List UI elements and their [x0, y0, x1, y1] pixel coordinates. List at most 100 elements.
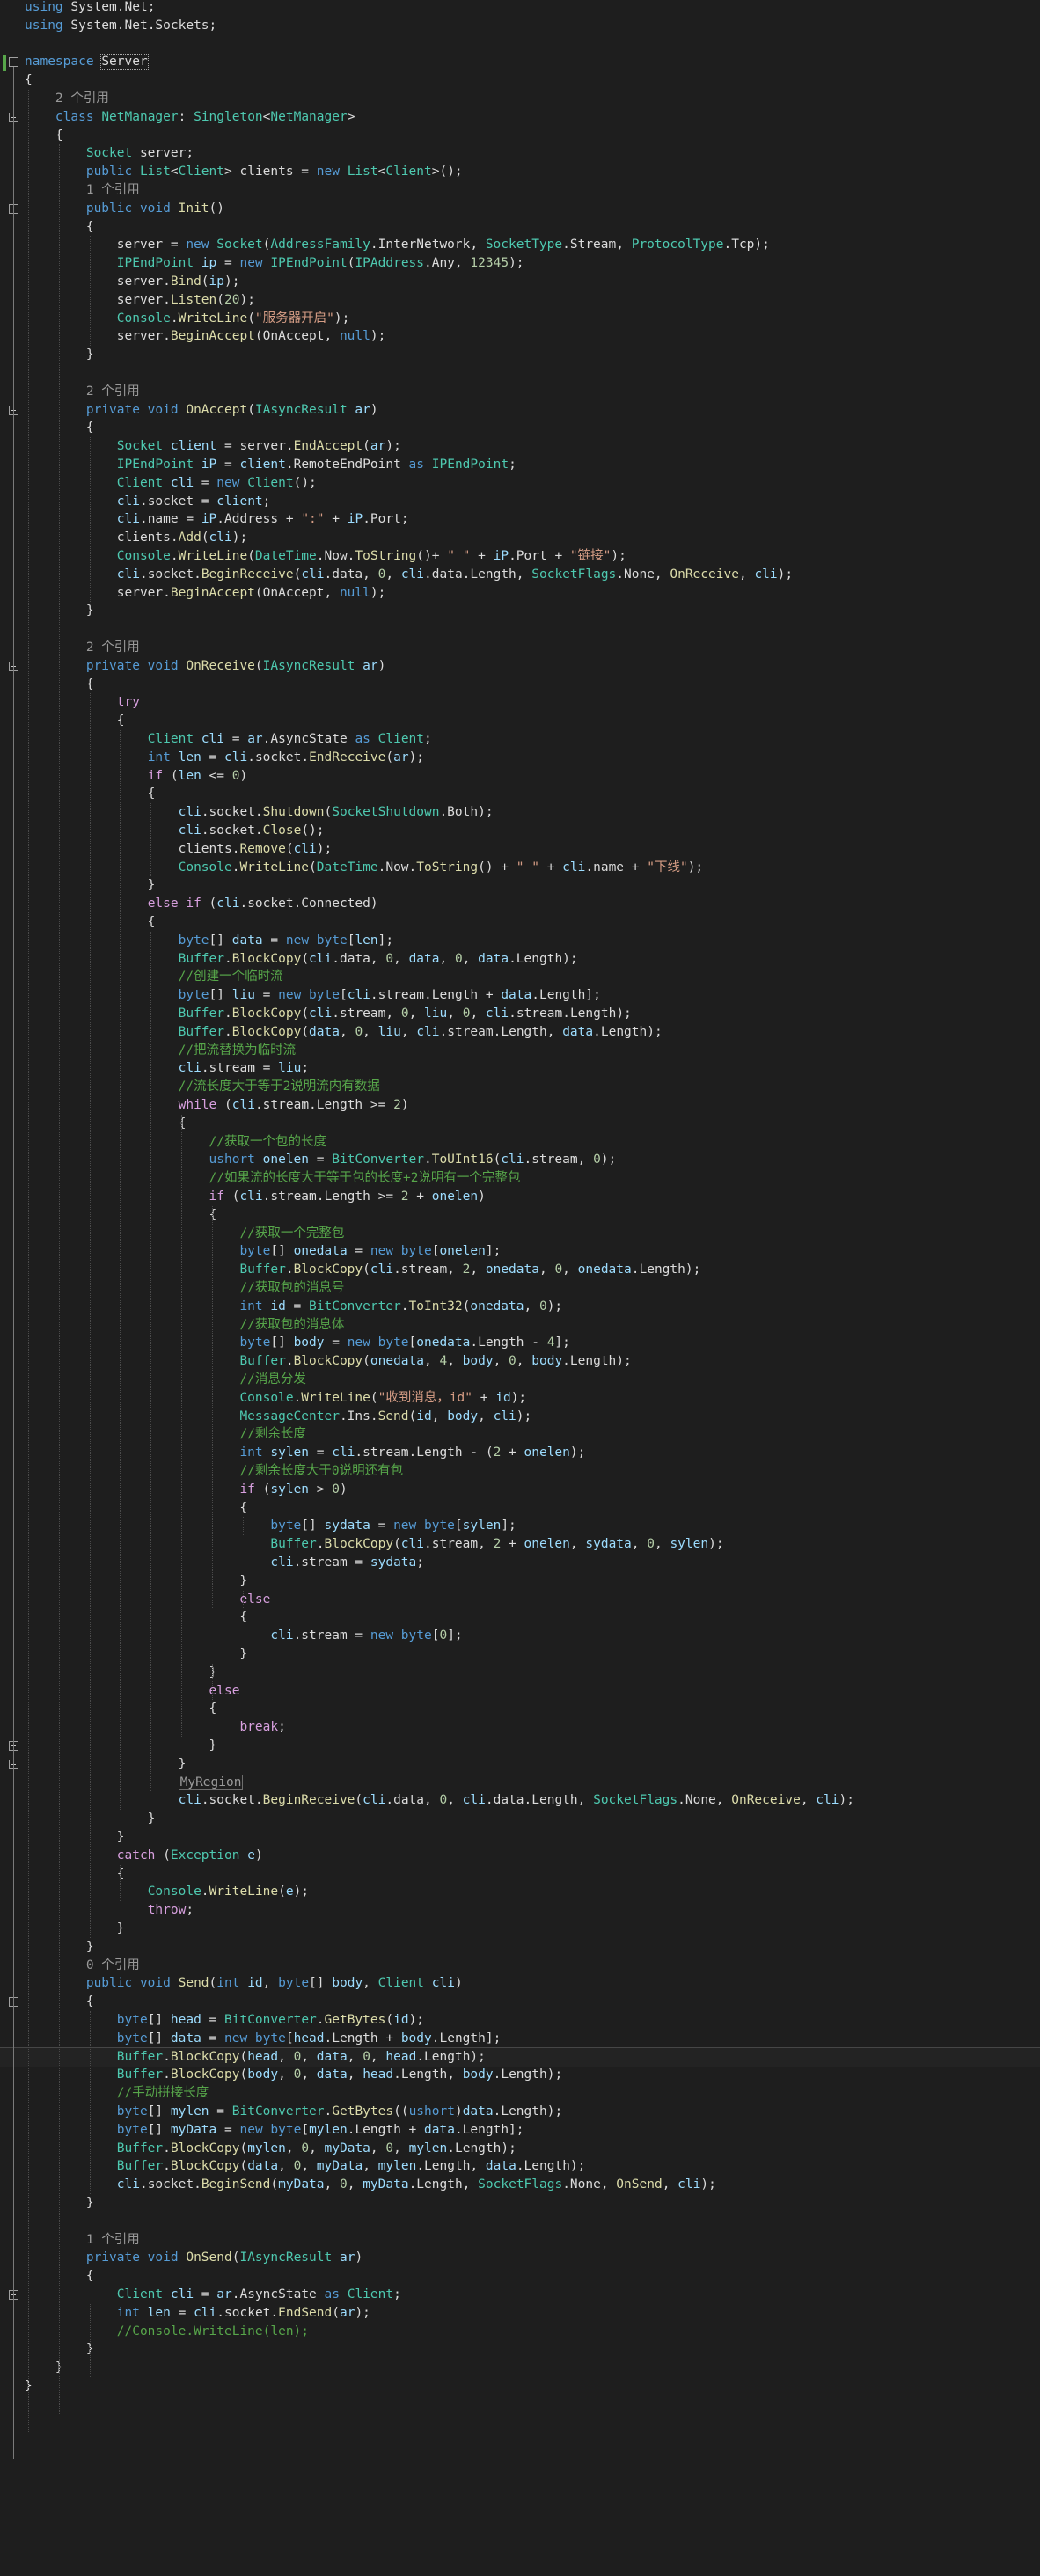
- reference-count-codelens[interactable]: 2 个引用: [25, 384, 140, 399]
- code-line[interactable]: byte[] data = new byte[len];: [0, 932, 1040, 950]
- code-line[interactable]: public void Send(int id, byte[] body, Cl…: [0, 1974, 1040, 1993]
- reference-count-codelens[interactable]: 1 个引用: [25, 183, 140, 197]
- code-line[interactable]: }: [0, 1645, 1040, 1664]
- code-line[interactable]: using System.Net.Sockets;: [0, 17, 1040, 35]
- reference-count-codelens[interactable]: 2 个引用: [25, 91, 109, 106]
- code-line[interactable]: private void OnSend(IAsyncResult ar): [0, 2249, 1040, 2267]
- code-line[interactable]: byte[] onedata = new byte[onelen];: [0, 1242, 1040, 1261]
- code-line[interactable]: {: [0, 913, 1040, 932]
- code-line[interactable]: }: [0, 1572, 1040, 1591]
- code-line[interactable]: Buffer.BlockCopy(cli.stream, 0, liu, 0, …: [0, 1005, 1040, 1023]
- code-line[interactable]: Client cli = new Client();: [0, 474, 1040, 493]
- code-line[interactable]: //手动拼接长度: [0, 2084, 1040, 2103]
- code-line[interactable]: }: [0, 1828, 1040, 1847]
- code-line[interactable]: {: [0, 1115, 1040, 1133]
- code-line[interactable]: //剩余长度: [0, 1425, 1040, 1444]
- code-line[interactable]: clients.Remove(cli);: [0, 840, 1040, 859]
- code-line[interactable]: int sylen = cli.stream.Length - (2 + one…: [0, 1444, 1040, 1462]
- code-line[interactable]: //获取一个包的长度: [0, 1133, 1040, 1152]
- code-line[interactable]: break;: [0, 1718, 1040, 1737]
- code-line[interactable]: byte[] data = new byte[head.Length + bod…: [0, 2030, 1040, 2048]
- code-line[interactable]: {: [0, 1865, 1040, 1884]
- code-line[interactable]: {: [0, 71, 1040, 90]
- code-line[interactable]: }: [0, 2359, 1040, 2377]
- code-line[interactable]: Buffer.BlockCopy(data, 0, liu, cli.strea…: [0, 1023, 1040, 1042]
- code-editor[interactable]: using System.Net; using System.Net.Socket…: [0, 0, 1040, 2576]
- code-line[interactable]: int len = cli.socket.EndReceive(ar);: [0, 749, 1040, 767]
- code-line[interactable]: using System.Net;: [0, 0, 1040, 17]
- code-line[interactable]: }: [0, 1920, 1040, 1938]
- code-line[interactable]: //获取包的消息体: [0, 1316, 1040, 1335]
- code-line[interactable]: server.BeginAccept(OnAccept, null);: [0, 584, 1040, 603]
- code-line[interactable]: }: [0, 602, 1040, 620]
- code-line[interactable]: //消息分发: [0, 1371, 1040, 1389]
- code-line[interactable]: int id = BitConverter.ToInt32(onedata, 0…: [0, 1298, 1040, 1316]
- code-line[interactable]: }: [0, 1664, 1040, 1682]
- code-line[interactable]: cli.socket.BeginReceive(cli.data, 0, cli…: [0, 1791, 1040, 1810]
- code-line[interactable]: clients.Add(cli);: [0, 529, 1040, 547]
- code-line[interactable]: Buffer.BlockCopy(cli.data, 0, data, 0, d…: [0, 950, 1040, 969]
- code-line[interactable]: byte[] myData = new byte[mylen.Length + …: [0, 2121, 1040, 2140]
- code-line[interactable]: if (cli.stream.Length >= 2 + onelen): [0, 1188, 1040, 1206]
- code-line[interactable]: public void Init(): [0, 200, 1040, 218]
- code-line[interactable]: [0, 2213, 1040, 2231]
- code-line[interactable]: //创建一个临时流: [0, 968, 1040, 986]
- code-line[interactable]: [0, 620, 1040, 639]
- code-line[interactable]: namespace Server: [0, 53, 1040, 71]
- code-line[interactable]: server.BeginAccept(OnAccept, null);: [0, 327, 1040, 346]
- code-line[interactable]: //获取一个完整包: [0, 1225, 1040, 1243]
- code-line[interactable]: cli.name = iP.Address + ":" + iP.Port;: [0, 510, 1040, 529]
- code-line[interactable]: private void OnAccept(IAsyncResult ar): [0, 401, 1040, 420]
- code-line[interactable]: cli.socket.Close();: [0, 822, 1040, 840]
- code-line[interactable]: cli.stream = liu;: [0, 1059, 1040, 1078]
- code-line[interactable]: Console.WriteLine(DateTime.Now.ToString(…: [0, 859, 1040, 877]
- code-line[interactable]: //Console.WriteLine(len);: [0, 2323, 1040, 2341]
- code-line[interactable]: {: [0, 785, 1040, 803]
- code-line[interactable]: {: [0, 127, 1040, 145]
- code-line[interactable]: else: [0, 1591, 1040, 1609]
- code-line[interactable]: Console.WriteLine(e);: [0, 1883, 1040, 1901]
- reference-count-codelens[interactable]: 0 个引用: [25, 1958, 140, 1972]
- code-line[interactable]: MyRegion: [0, 1774, 1040, 1792]
- code-line[interactable]: }: [0, 876, 1040, 895]
- code-line[interactable]: IPEndPoint iP = client.RemoteEndPoint as…: [0, 456, 1040, 474]
- code-line[interactable]: Socket client = server.EndAccept(ar);: [0, 437, 1040, 456]
- code-line[interactable]: Client cli = ar.AsyncState as Client;: [0, 2286, 1040, 2304]
- code-line[interactable]: byte[] sydata = new byte[sylen];: [0, 1517, 1040, 1535]
- code-line[interactable]: {: [0, 218, 1040, 237]
- code-line[interactable]: cli.socket.BeginSend(myData, 0, myData.L…: [0, 2176, 1040, 2194]
- code-line[interactable]: Buffer.BlockCopy(cli.stream, 2, onedata,…: [0, 1261, 1040, 1279]
- code-line[interactable]: if (sylen > 0): [0, 1481, 1040, 1499]
- code-line[interactable]: cli.socket.Shutdown(SocketShutdown.Both)…: [0, 803, 1040, 822]
- code-line[interactable]: Client cli = ar.AsyncState as Client;: [0, 730, 1040, 749]
- code-line[interactable]: {: [0, 1700, 1040, 1718]
- code-line[interactable]: {: [0, 712, 1040, 730]
- code-line[interactable]: IPEndPoint ip = new IPEndPoint(IPAddress…: [0, 254, 1040, 273]
- code-line[interactable]: {: [0, 1993, 1040, 2011]
- code-line[interactable]: Buffer.BlockCopy(mylen, 0, myData, 0, my…: [0, 2140, 1040, 2158]
- code-line[interactable]: Socket server;: [0, 144, 1040, 163]
- code-line[interactable]: 1 个引用: [0, 2231, 1040, 2250]
- code-line[interactable]: Buffer.BlockCopy(body, 0, data, head.Len…: [0, 2066, 1040, 2084]
- code-line[interactable]: Buffer.BlockCopy(head, 0, data, 0, head.…: [0, 2046, 1040, 2067]
- code-line[interactable]: public List<Client> clients = new List<C…: [0, 163, 1040, 181]
- code-line[interactable]: byte[] body = new byte[onedata.Length - …: [0, 1334, 1040, 1352]
- code-line[interactable]: [0, 364, 1040, 383]
- code-line[interactable]: byte[] head = BitConverter.GetBytes(id);: [0, 2011, 1040, 2030]
- code-line[interactable]: cli.stream = new byte[0];: [0, 1627, 1040, 1645]
- code-line[interactable]: Buffer.BlockCopy(onedata, 4, body, 0, bo…: [0, 1352, 1040, 1371]
- code-line[interactable]: private void OnReceive(IAsyncResult ar): [0, 657, 1040, 676]
- code-line[interactable]: server.Bind(ip);: [0, 273, 1040, 291]
- collapsed-region[interactable]: MyRegion: [178, 1774, 244, 1790]
- code-line[interactable]: Buffer.BlockCopy(cli.stream, 2 + onelen,…: [0, 1535, 1040, 1554]
- code-line[interactable]: 1 个引用: [0, 181, 1040, 200]
- code-line[interactable]: {: [0, 1608, 1040, 1627]
- code-line[interactable]: 2 个引用: [0, 639, 1040, 657]
- code-line[interactable]: }: [0, 1737, 1040, 1755]
- code-line[interactable]: //流长度大于等于2说明流内有数据: [0, 1078, 1040, 1096]
- code-line[interactable]: try: [0, 693, 1040, 712]
- code-line[interactable]: ushort onelen = BitConverter.ToUInt16(cl…: [0, 1151, 1040, 1169]
- code-line[interactable]: int len = cli.socket.EndSend(ar);: [0, 2304, 1040, 2323]
- code-line[interactable]: [0, 35, 1040, 54]
- code-line[interactable]: 2 个引用: [0, 90, 1040, 108]
